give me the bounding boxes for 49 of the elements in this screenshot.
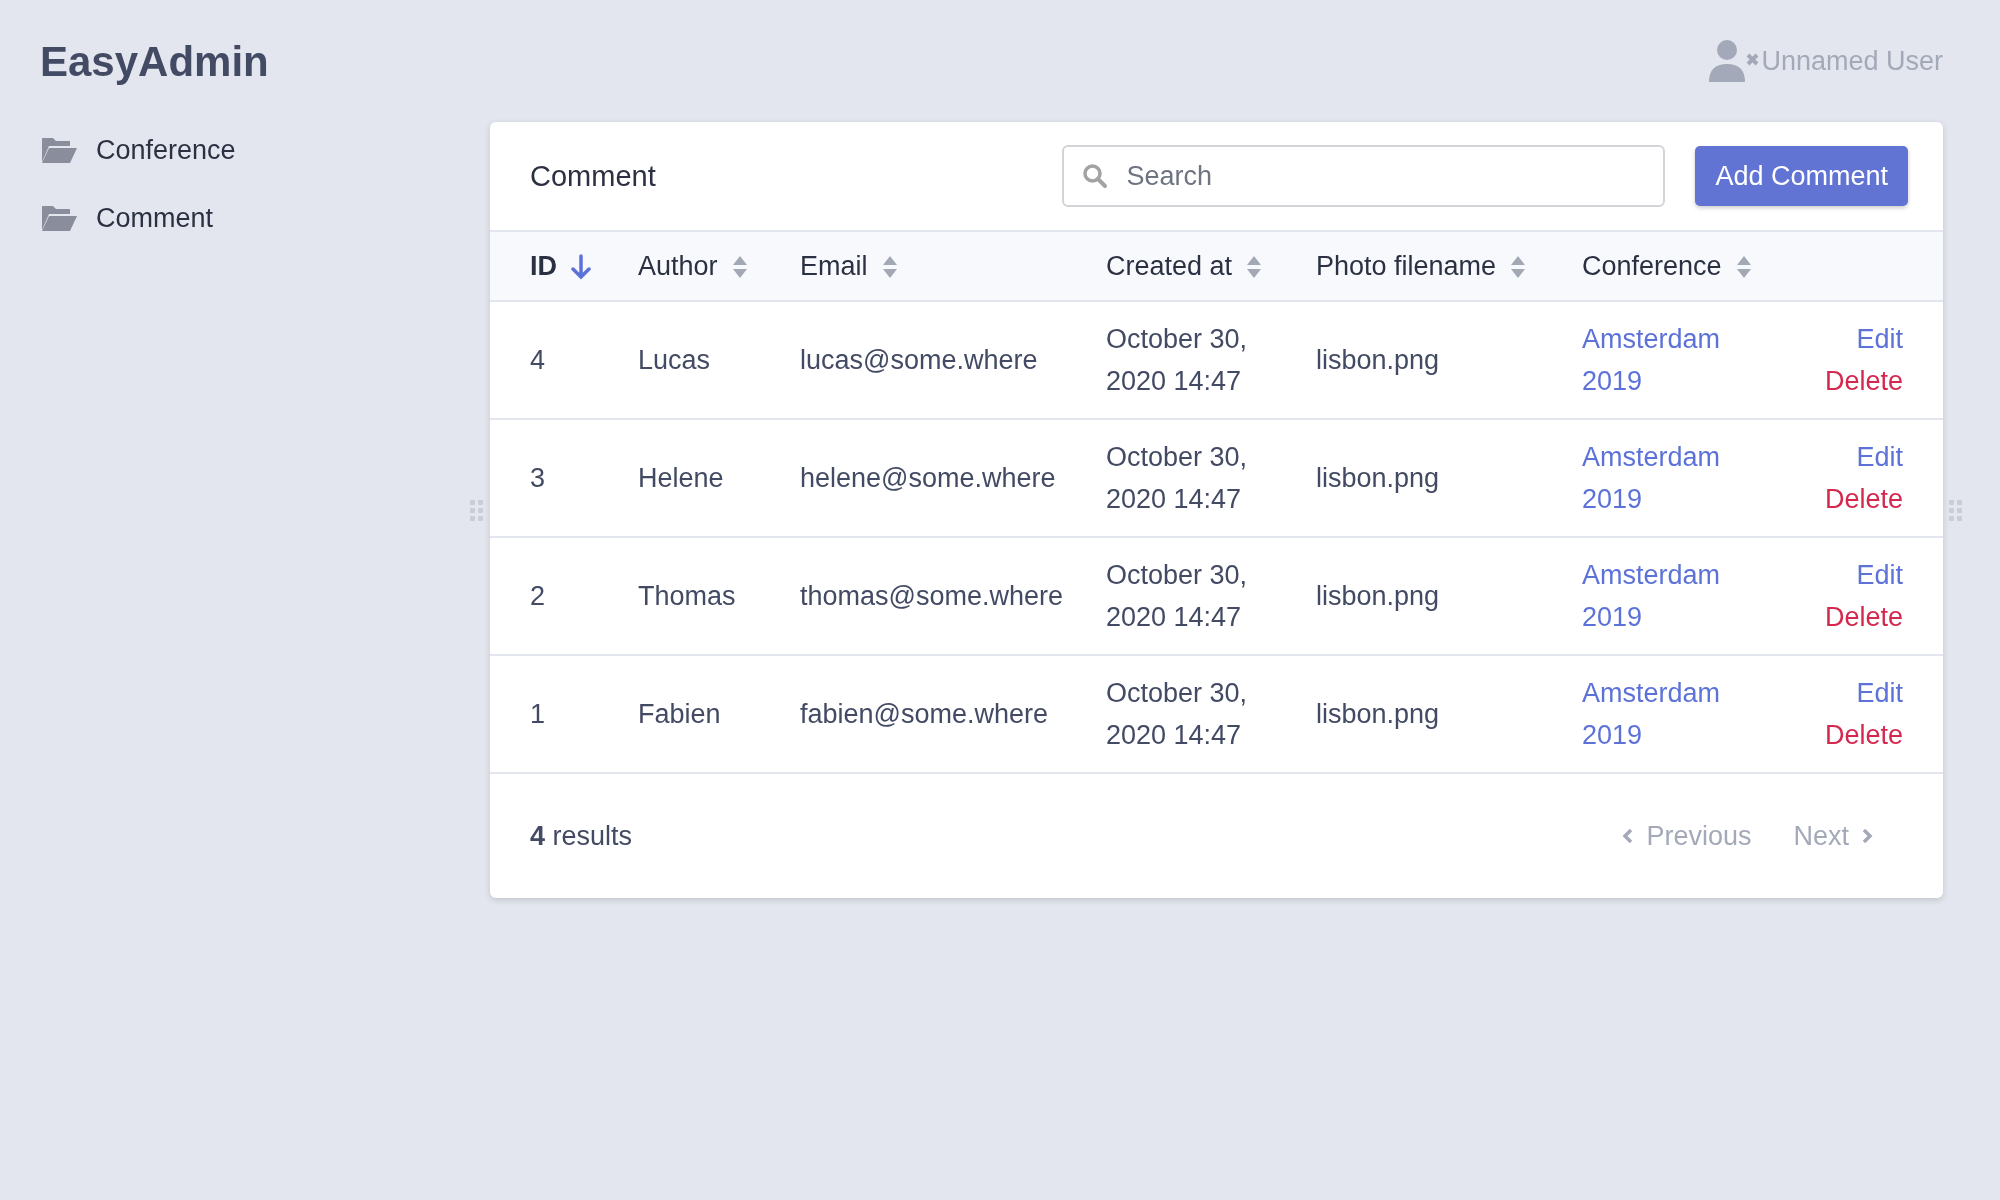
conference-link[interactable]: Amsterdam 2019 <box>1582 436 1744 520</box>
table-cell: October 30, 2020 14:47 <box>1090 655 1300 773</box>
sidebar-item[interactable]: Conference <box>40 116 236 184</box>
add-comment-button[interactable]: Add Comment <box>1695 146 1908 206</box>
table-cell: October 30, 2020 14:47 <box>1090 301 1300 419</box>
table-cell: fabien@some.where <box>784 655 1090 773</box>
table-cell: lisbon.png <box>1300 301 1566 419</box>
edit-link[interactable]: Edit <box>1856 554 1903 596</box>
conference-link[interactable]: Amsterdam 2019 <box>1582 672 1744 756</box>
column-header[interactable]: Email <box>784 232 1090 301</box>
table-cell: thomas@some.where <box>784 537 1090 655</box>
table-cell: October 30, 2020 14:47 <box>1090 419 1300 537</box>
table-cell: lisbon.png <box>1300 537 1566 655</box>
table-cell: lisbon.png <box>1300 655 1566 773</box>
column-header[interactable]: Author <box>622 232 784 301</box>
table-cell: lucas@some.where <box>784 301 1090 419</box>
delete-link[interactable]: Delete <box>1824 714 1903 756</box>
table-cell: Lucas <box>622 301 784 419</box>
table-cell: 2 <box>490 537 622 655</box>
table-cell: October 30, 2020 14:47 <box>1090 537 1300 655</box>
app-logo: EasyAdmin <box>40 38 269 86</box>
table-cell: 1 <box>490 655 622 773</box>
table-cell: Thomas <box>622 537 784 655</box>
folder-icon <box>40 136 78 164</box>
table-cell: Helene <box>622 419 784 537</box>
card-title: Comment <box>530 159 657 193</box>
column-header[interactable]: Conference <box>1566 232 1760 301</box>
chevron-left-icon <box>1622 827 1635 845</box>
column-header[interactable]: ID <box>490 232 622 301</box>
delete-link[interactable]: Delete <box>1824 596 1903 638</box>
delete-link[interactable]: Delete <box>1824 478 1903 520</box>
edit-link[interactable]: Edit <box>1856 436 1903 478</box>
sidebar-item[interactable]: Comment <box>40 184 214 252</box>
table-cell: 3 <box>490 419 622 537</box>
delete-link[interactable]: Delete <box>1824 360 1903 402</box>
edit-link[interactable]: Edit <box>1856 672 1903 714</box>
edit-link[interactable]: Edit <box>1856 318 1903 360</box>
table-cell: helene@some.where <box>784 419 1090 537</box>
table-cell: Fabien <box>622 655 784 773</box>
conference-link[interactable]: Amsterdam 2019 <box>1582 554 1744 638</box>
column-header[interactable]: Created at <box>1090 232 1300 301</box>
table-cell: 4 <box>490 301 622 419</box>
column-header[interactable]: Photo filename <box>1300 232 1566 301</box>
results-count: 4 results <box>530 820 634 852</box>
chevron-right-icon <box>1861 827 1873 845</box>
conference-link[interactable]: Amsterdam 2019 <box>1582 318 1744 402</box>
search-field[interactable]: Search <box>1062 145 1666 207</box>
table-cell: lisbon.png <box>1300 419 1566 537</box>
folder-icon <box>40 204 78 232</box>
